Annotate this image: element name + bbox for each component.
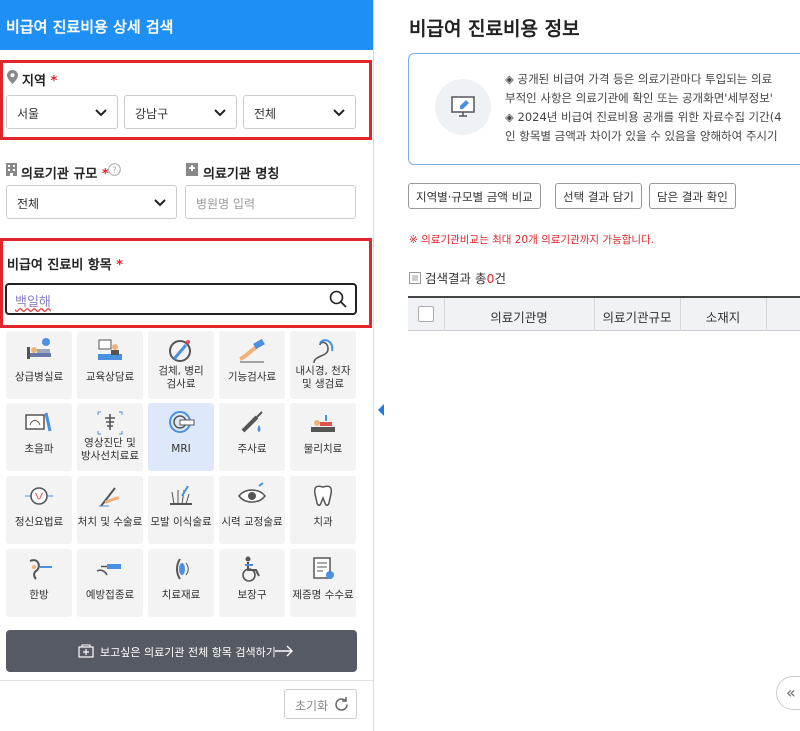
- category-ultrasound[interactable]: 초음파: [6, 403, 72, 471]
- material-icon: [176, 558, 189, 580]
- category-surgery[interactable]: 처치 및 수술료: [77, 476, 143, 544]
- item-search-input[interactable]: 백일해: [5, 283, 357, 315]
- hospital-icon: [78, 644, 94, 658]
- col-facility-name[interactable]: 의료기관명: [444, 307, 594, 326]
- collapse-button[interactable]: «: [776, 676, 800, 710]
- notice-text: ◈ 공개된 비급여 가격 등은 의료기관마다 투입되는 의료 부적인 사항은 의…: [505, 72, 782, 143]
- category-counseling[interactable]: 교육상담료: [77, 331, 143, 399]
- col-location[interactable]: 소재지: [680, 307, 766, 326]
- counseling-icon: [98, 339, 122, 360]
- panel-title: 비급여 진료비용 상세 검색: [0, 0, 373, 50]
- function-test-icon: [239, 338, 265, 363]
- chevron-down-icon: [214, 109, 226, 117]
- certificate-icon: [313, 557, 334, 579]
- result-count: 검색결과 총0건: [409, 268, 506, 287]
- vaccine-icon: [96, 564, 121, 576]
- eye-icon: [238, 482, 266, 503]
- compare-limit-notice: ※ 의료기관비교는 최대 20개 의료기관까지 가능합니다.: [409, 234, 655, 246]
- category-certificate-fee[interactable]: 제증명 수수료: [290, 549, 356, 617]
- monitor-icon: [451, 96, 475, 117]
- caret-left-icon: [378, 404, 384, 416]
- view-saved-button[interactable]: 담은 결과 확인: [649, 183, 736, 209]
- category-dental[interactable]: 치과: [290, 476, 356, 544]
- tooth-icon: [313, 485, 333, 506]
- results-table-header: 의료기관명 의료기관규모 소재지: [408, 296, 800, 331]
- dong-select[interactable]: 전체: [243, 95, 356, 129]
- physical-therapy-icon: [311, 415, 335, 432]
- category-endoscopy[interactable]: 내시경, 천자 및 생검료: [290, 331, 356, 399]
- hospital-bed-icon: [27, 338, 51, 359]
- hospital-building-icon: [186, 163, 198, 176]
- panel-toggle-button[interactable]: [374, 386, 388, 434]
- surgery-icon: [99, 487, 120, 507]
- arrow-right-icon: [275, 645, 293, 657]
- facility-name-input[interactable]: 병원명 입력: [185, 185, 356, 219]
- notice-icon-circle: [435, 79, 491, 135]
- col-facility-size[interactable]: 의료기관규모: [594, 307, 680, 326]
- category-specimen[interactable]: 검체, 병리 검사료: [148, 331, 214, 399]
- district-select[interactable]: 강남구: [124, 95, 237, 129]
- hair-icon: [170, 485, 192, 505]
- help-icon[interactable]: ?: [108, 163, 121, 176]
- facility-name-label: 의료기관 명칭: [203, 167, 280, 182]
- chevron-down-icon: [154, 199, 166, 207]
- category-oriental-medicine[interactable]: 한방: [6, 549, 72, 617]
- list-icon: [409, 272, 421, 284]
- add-selected-button[interactable]: 선택 결과 담기: [555, 183, 642, 209]
- location-pin-icon: [7, 70, 18, 84]
- category-assistive-device[interactable]: 보장구: [219, 549, 285, 617]
- item-search-value: 백일해: [15, 295, 51, 310]
- category-psychotherapy[interactable]: 정신요법료: [6, 476, 72, 544]
- category-vision-correction[interactable]: 시력 교정술료: [219, 476, 285, 544]
- category-xray[interactable]: 영상진단 및 방사선치료료: [77, 403, 143, 471]
- wheelchair-icon: [242, 556, 260, 582]
- chevron-down-icon: [333, 109, 345, 117]
- category-physical-therapy[interactable]: 물리치료: [290, 403, 356, 471]
- notice-box: ◈ 공개된 비급여 가격 등은 의료기관마다 투입되는 의료 부적인 사항은 의…: [408, 53, 800, 165]
- chevron-down-icon: [95, 109, 107, 117]
- category-hair-transplant[interactable]: 모발 이식술료: [148, 476, 214, 544]
- search-all-items-button[interactable]: 보고싶은 의료기관 전체 항목 검색하기: [6, 630, 357, 672]
- specimen-icon: [169, 340, 191, 362]
- app-root: 비급여 진료비용 상세 검색 지역 * 서울 강남구 전체 의료기관 규모 * …: [0, 0, 800, 731]
- mri-icon: [169, 411, 195, 433]
- endoscope-icon: [313, 339, 334, 364]
- refresh-icon: [335, 697, 348, 711]
- city-select[interactable]: 서울: [6, 95, 118, 129]
- select-all-checkbox[interactable]: [418, 306, 434, 322]
- brain-icon: [25, 487, 53, 505]
- category-treatment-material[interactable]: 치료재료: [148, 549, 214, 617]
- facility-size-select[interactable]: 전체: [6, 185, 177, 219]
- category-function-test[interactable]: 기능검사료: [219, 331, 285, 399]
- building-icon: [6, 163, 17, 176]
- compare-region-size-button[interactable]: 지역별·규모별 금액 비교: [408, 183, 541, 209]
- detail-search-panel: 비급여 진료비용 상세 검색 지역 * 서울 강남구 전체 의료기관 규모 * …: [0, 0, 374, 731]
- svg-text:?: ?: [112, 166, 117, 176]
- ultrasound-icon: [25, 412, 52, 432]
- category-injection[interactable]: 주사료: [219, 403, 285, 471]
- search-icon[interactable]: [329, 290, 347, 308]
- facility-size-label: 의료기관 규모 *: [21, 167, 109, 182]
- reset-button[interactable]: 초기화: [284, 689, 357, 719]
- category-hospital-room[interactable]: 상급병실료: [6, 331, 72, 399]
- xray-icon: [97, 411, 123, 435]
- items-label: 비급여 진료비 항목 *: [7, 258, 124, 273]
- syringe-icon: [241, 411, 263, 433]
- info-title: 비급여 진료비용 정보: [409, 18, 580, 40]
- region-label: 지역 *: [22, 74, 58, 89]
- category-mri[interactable]: MRI: [148, 403, 214, 471]
- category-vaccination[interactable]: 예방접종료: [77, 549, 143, 617]
- acupuncture-icon: [29, 559, 52, 580]
- panel-divider: [0, 680, 374, 681]
